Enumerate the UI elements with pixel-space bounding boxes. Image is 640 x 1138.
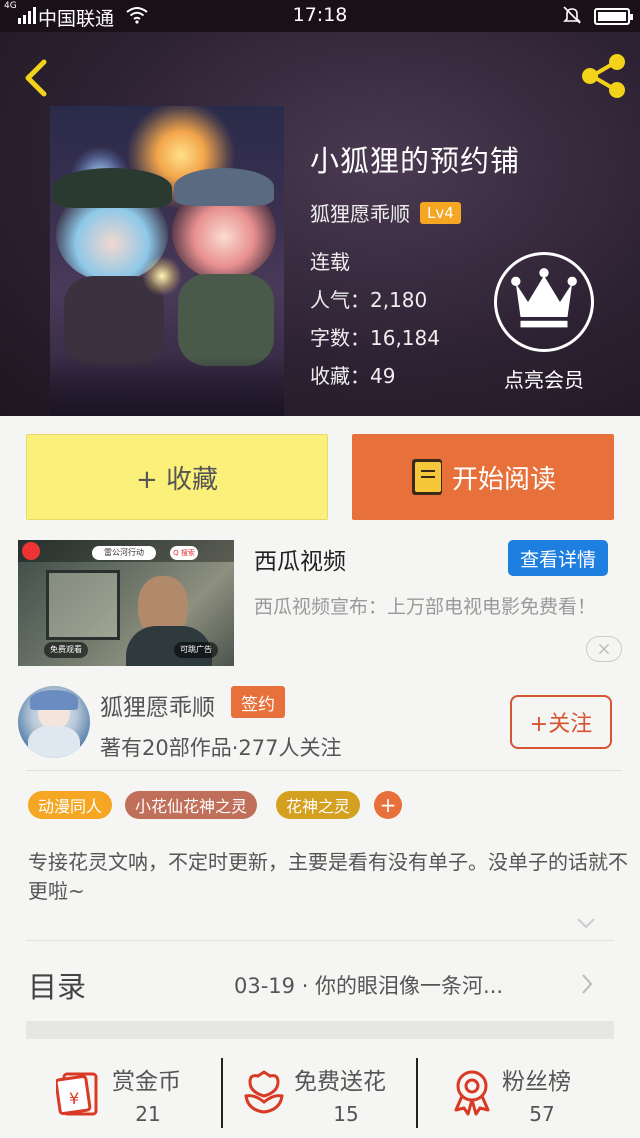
stat-favorites: 收藏：49 <box>310 360 395 389</box>
free-flower-button[interactable]: 免费送花 15 <box>240 1052 410 1134</box>
book-icon <box>411 459 442 495</box>
bottom-value: 15 <box>333 1102 359 1126</box>
ad-title[interactable]: 西瓜视频 <box>254 542 346 576</box>
bottom-value: 21 <box>135 1102 161 1126</box>
signed-badge: 签约 <box>231 686 285 718</box>
author-meta: 著有20部作品·277人关注 <box>100 736 342 760</box>
divider <box>26 770 622 771</box>
stat-word-count: 字数：16,184 <box>310 322 440 351</box>
level-badge: Lv4 <box>420 201 461 224</box>
ad-thumb-caption: 免费观看 <box>44 642 88 658</box>
start-reading-label: 开始阅读 <box>451 464 556 495</box>
tag-flower-spirit[interactable]: 花神之灵 <box>276 791 361 819</box>
bottom-label: 粉丝榜 <box>502 1069 571 1095</box>
clock: 17:18 <box>292 4 348 26</box>
stat-label: 收藏： <box>310 364 370 388</box>
stat-popularity: 人气：2,180 <box>310 284 427 313</box>
vip-label[interactable]: 点亮会员 <box>494 364 594 393</box>
add-tag-button[interactable]: + <box>374 791 402 819</box>
book-author[interactable]: 狐狸愿乖顺 <box>310 198 410 227</box>
follow-button[interactable]: +关注 <box>510 695 612 749</box>
status-bar: 4G 中国联通 17:18 <box>0 0 640 32</box>
ad-description[interactable]: 西瓜视频宣布：上万部电视电影免费看！ <box>254 594 634 621</box>
book-title: 小狐狸的预约铺 <box>310 144 521 178</box>
divider <box>26 940 614 941</box>
back-button[interactable] <box>16 56 56 100</box>
tag-anime-fanfic[interactable]: 动漫同人 <box>28 791 113 819</box>
section-separator <box>26 1021 614 1039</box>
red-envelope-icon: ¥ <box>56 1072 98 1116</box>
stat-value: 2,180 <box>370 288 428 312</box>
book-author-line[interactable]: 狐狸愿乖顺 Lv4 <box>310 198 461 227</box>
tag-flower-fairy[interactable]: 小花仙花神之灵 <box>125 791 258 819</box>
battery-icon <box>594 8 633 25</box>
ad-thumb-caption: 可跳广告 <box>174 642 218 658</box>
bottom-value: 57 <box>529 1102 555 1126</box>
toc-latest-chapter[interactable]: 03-19 · 你的眼泪像一条河... <box>234 970 503 1000</box>
start-reading-button[interactable]: 开始阅读 <box>352 434 614 520</box>
serial-status: 连载 <box>310 250 350 274</box>
divider <box>221 1058 223 1128</box>
medal-icon <box>454 1070 490 1116</box>
crown-icon <box>511 268 577 328</box>
share-button[interactable] <box>578 52 630 100</box>
book-cover-image[interactable] <box>50 106 284 416</box>
divider <box>416 1058 418 1128</box>
mute-bell-icon <box>563 6 581 24</box>
avatar[interactable] <box>18 686 90 758</box>
stat-value: 16,184 <box>370 326 440 350</box>
bottom-label: 赏金币 <box>112 1069 181 1095</box>
flower-icon <box>244 1070 284 1114</box>
tip-coins-button[interactable]: ¥ 赏金币 21 <box>56 1052 216 1134</box>
stat-label: 人气： <box>310 288 370 312</box>
ad-details-button[interactable]: 查看详情 <box>508 540 608 576</box>
chevron-right-icon[interactable] <box>580 972 594 996</box>
vip-button[interactable] <box>494 252 594 352</box>
xigua-logo-icon <box>22 542 40 560</box>
collect-button[interactable]: + 收藏 <box>26 434 328 520</box>
author-name[interactable]: 狐狸愿乖顺 <box>100 688 215 722</box>
ad-thumb-search: Q 搜索 <box>170 546 198 560</box>
ad-thumb-title: 雷公河行动 <box>92 546 156 560</box>
chevron-down-icon[interactable] <box>576 916 596 930</box>
fan-ranking-button[interactable]: 粉丝榜 57 <box>448 1052 598 1134</box>
stat-value: 49 <box>370 364 396 388</box>
toc-label[interactable]: 目录 <box>28 964 86 1006</box>
book-header: 4G 中国联通 17:18 小狐狸的预约铺 狐狸愿乖顺 Lv4 连载 人气：2,… <box>0 0 640 416</box>
bottom-label: 免费送花 <box>294 1069 386 1095</box>
svg-text:¥: ¥ <box>69 1089 79 1108</box>
stat-label: 字数： <box>310 326 370 350</box>
book-intro: 专接花灵文呐，不定时更新，主要是看有没有单子。没单子的话就不更啦~ <box>28 850 628 903</box>
ad-close-icon[interactable] <box>586 636 622 662</box>
ad-thumbnail[interactable]: 雷公河行动 Q 搜索 免费观看 可跳广告 <box>18 540 234 666</box>
